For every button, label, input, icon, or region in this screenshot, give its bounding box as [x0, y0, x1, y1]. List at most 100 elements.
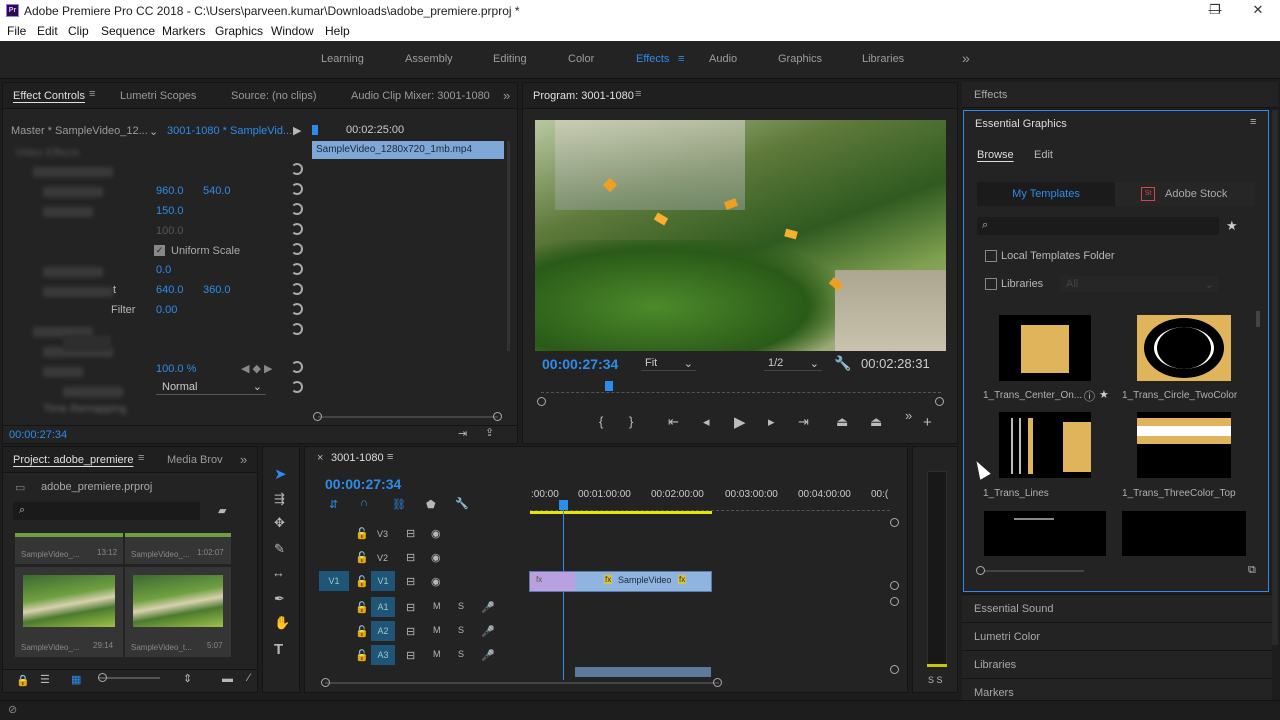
- template-thumb-three-color[interactable]: [1137, 412, 1231, 478]
- close-sequence-icon[interactable]: ×: [317, 452, 323, 464]
- zoom-select[interactable]: Fit ⌄: [641, 355, 696, 371]
- more-icon[interactable]: ⁄: [248, 672, 250, 684]
- button-editor-add-icon[interactable]: +: [923, 414, 932, 431]
- favorite-star-icon[interactable]: ★: [1099, 388, 1109, 401]
- my-templates-button[interactable]: My Templates: [977, 182, 1115, 206]
- mute-button[interactable]: M: [433, 601, 441, 611]
- eye-icon[interactable]: ◉: [431, 527, 441, 540]
- v-scroll-handle-2[interactable]: [890, 581, 899, 590]
- thumb-size-slider[interactable]: [98, 677, 160, 679]
- new-bin-icon[interactable]: ▰: [218, 504, 226, 517]
- libraries-panel[interactable]: Libraries: [962, 650, 1272, 678]
- reset-icon[interactable]: [291, 183, 303, 195]
- tab-edit[interactable]: Edit: [1034, 149, 1053, 161]
- menu-markers[interactable]: Markers: [162, 24, 205, 38]
- blend-mode-select[interactable]: Normal ⌄: [156, 380, 266, 395]
- templates-scrollbar[interactable]: [1256, 311, 1260, 327]
- v-scroll-handle-3[interactable]: [890, 597, 899, 606]
- type-tool-icon[interactable]: T: [274, 641, 283, 658]
- sync-lock-icon[interactable]: ⊟: [406, 625, 415, 638]
- template-thumb-circle[interactable]: [1137, 315, 1231, 381]
- template-label[interactable]: 1_Trans_Lines: [983, 488, 1049, 499]
- track-name[interactable]: A3: [371, 645, 395, 665]
- ripple-edit-icon[interactable]: ✥: [274, 515, 285, 531]
- tab-media-browser[interactable]: Media Brov: [167, 454, 223, 466]
- program-menu-icon[interactable]: ≡: [635, 88, 641, 100]
- project-thumb-4[interactable]: SampleVideo_t... 5:07: [125, 567, 231, 657]
- libraries-checkbox[interactable]: [985, 278, 997, 290]
- program-playhead[interactable]: [605, 381, 613, 391]
- reset-icon[interactable]: [291, 303, 303, 315]
- ec-clip-bar[interactable]: SampleVideo_1280x720_1mb.mp4: [312, 141, 504, 159]
- pen-icon[interactable]: ✒: [274, 591, 285, 607]
- mask-tools[interactable]: [63, 335, 111, 351]
- workspace-learning[interactable]: Learning: [321, 53, 364, 65]
- tab-project[interactable]: Project: adobe_premiere: [13, 454, 133, 466]
- eye-icon[interactable]: ◉: [431, 551, 441, 564]
- panel-more-icon[interactable]: »: [503, 88, 510, 103]
- lock-icon[interactable]: 🔓: [355, 649, 369, 662]
- step-forward-icon[interactable]: ▸: [768, 414, 775, 430]
- meter-solo-labels[interactable]: S S: [928, 675, 943, 685]
- mute-button[interactable]: M: [433, 625, 441, 635]
- go-to-out-icon[interactable]: ⇥: [798, 414, 809, 430]
- chevron-down-icon[interactable]: ⌄: [149, 125, 158, 138]
- h-scroll-handle-right[interactable]: [713, 678, 722, 687]
- scale-value[interactable]: 150.0: [156, 205, 184, 217]
- project-menu-icon[interactable]: ≡: [138, 452, 144, 464]
- project-thumb-2[interactable]: SampleVideo_... 1:02:07: [125, 533, 231, 564]
- zoom-handle-right[interactable]: [493, 412, 502, 421]
- source-patch-v1[interactable]: V1: [319, 571, 349, 591]
- template-thumb-5[interactable]: [984, 511, 1106, 556]
- keyframe-nav-icon[interactable]: ◀ ◆ ▶: [241, 362, 273, 375]
- template-label[interactable]: 1_Trans_ThreeColor_Top: [1122, 488, 1236, 499]
- tab-effect-controls[interactable]: Effect Controls: [13, 90, 85, 102]
- essential-sound-panel[interactable]: Essential Sound: [962, 594, 1272, 622]
- close-window-button[interactable]: ✕: [1243, 2, 1273, 20]
- track-select-icon[interactable]: ⇶: [274, 491, 285, 507]
- nest-icon[interactable]: ⇵: [329, 498, 338, 511]
- lift-icon[interactable]: ⏏: [836, 414, 848, 430]
- lock-icon[interactable]: 🔓: [355, 575, 369, 588]
- tab-browse[interactable]: Browse: [977, 149, 1014, 161]
- sync-lock-icon[interactable]: ⊟: [406, 527, 415, 540]
- uniform-scale-checkbox[interactable]: ✓: [154, 245, 165, 256]
- sync-lock-icon[interactable]: ⊟: [406, 575, 415, 588]
- reset-icon[interactable]: [291, 263, 303, 275]
- thumb-size-handle[interactable]: [976, 566, 985, 575]
- program-video-frame[interactable]: [535, 120, 946, 351]
- timeline-h-scrollbar[interactable]: [325, 682, 719, 684]
- reset-icon[interactable]: [291, 381, 303, 393]
- menu-window[interactable]: Window: [271, 24, 314, 38]
- v-scroll-handle[interactable]: [890, 518, 899, 527]
- timeline-ruler[interactable]: [530, 503, 890, 511]
- reset-icon[interactable]: [291, 361, 303, 373]
- menu-file[interactable]: File: [7, 24, 26, 38]
- menu-edit[interactable]: Edit: [37, 24, 58, 38]
- program-zoom-handle-left[interactable]: [537, 397, 546, 406]
- ec-playhead[interactable]: [312, 125, 318, 135]
- lumetri-color-panel[interactable]: Lumetri Color: [962, 622, 1272, 650]
- menu-graphics[interactable]: Graphics: [215, 24, 263, 38]
- template-thumb-center[interactable]: [999, 315, 1091, 381]
- program-current-timecode[interactable]: 00:00:27:34: [542, 356, 618, 372]
- status-icon[interactable]: ⊘: [8, 703, 17, 716]
- star-filter-icon[interactable]: ★: [1226, 218, 1238, 234]
- track-name[interactable]: A2: [371, 621, 395, 641]
- template-thumb-lines[interactable]: [999, 412, 1091, 478]
- position-y-value[interactable]: 540.0: [203, 185, 231, 197]
- program-time-ruler[interactable]: [541, 383, 941, 393]
- mic-icon[interactable]: 🎤: [481, 625, 495, 638]
- reset-icon[interactable]: [291, 223, 303, 235]
- filter-keyframes-icon[interactable]: ⇥: [458, 427, 467, 440]
- lock-icon[interactable]: 🔓: [355, 625, 369, 638]
- linked-selection-icon[interactable]: ⛓: [392, 498, 406, 511]
- project-more-icon[interactable]: »: [240, 452, 247, 467]
- eg-menu-icon[interactable]: ≡: [1250, 116, 1256, 128]
- workspace-assembly[interactable]: Assembly: [405, 53, 453, 65]
- menu-clip[interactable]: Clip: [68, 24, 89, 38]
- opacity-value[interactable]: 100.0 %: [156, 363, 196, 375]
- extract-icon[interactable]: ⏏: [870, 414, 882, 430]
- position-x-value[interactable]: 960.0: [156, 185, 184, 197]
- sequence-clip-label[interactable]: 3001-1080 * SampleVid...: [167, 125, 292, 137]
